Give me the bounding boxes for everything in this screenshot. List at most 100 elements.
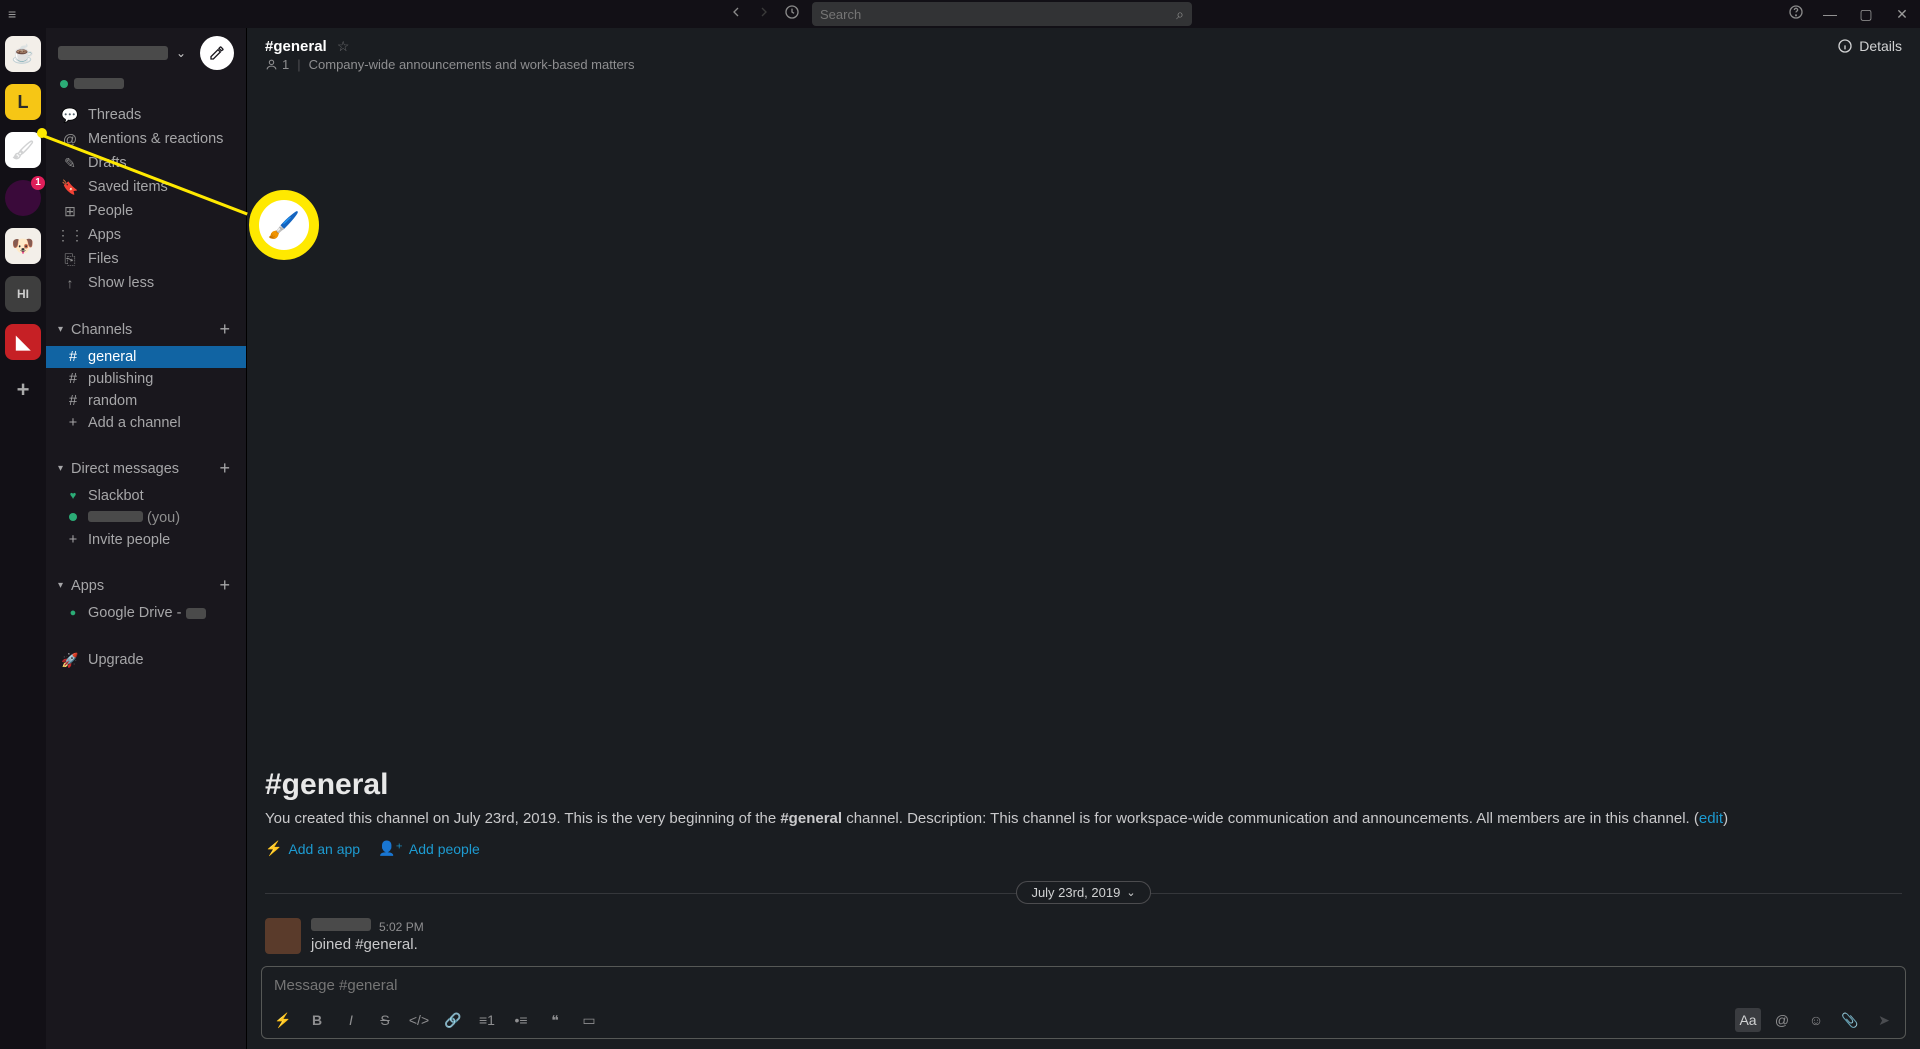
workspace-item-5[interactable]: HI bbox=[5, 276, 41, 312]
dm-item[interactable]: (you) bbox=[46, 507, 246, 529]
nav-up[interactable]: ↑Show less bbox=[46, 271, 246, 295]
files-icon: ⎘ bbox=[62, 251, 78, 267]
workspace-switcher[interactable]: ⌄ bbox=[46, 28, 246, 78]
channel-topic[interactable]: Company-wide announcements and work-base… bbox=[309, 57, 635, 72]
send-button[interactable]: ➤ bbox=[1871, 1008, 1897, 1032]
ol-icon[interactable]: ≡1 bbox=[474, 1008, 500, 1032]
add-people-link[interactable]: 👤⁺Add people bbox=[378, 840, 480, 857]
apps-icon: ⋮⋮ bbox=[62, 227, 78, 243]
people-icon: ⊞ bbox=[62, 203, 78, 219]
forward-icon[interactable] bbox=[756, 4, 772, 24]
nav-bookmark[interactable]: 🔖Saved items bbox=[46, 175, 246, 199]
chevron-down-icon: ⌄ bbox=[1126, 886, 1135, 899]
add-app-button[interactable]: + bbox=[219, 575, 234, 596]
workspace-item-3[interactable]: 1 bbox=[5, 180, 41, 216]
add-workspace-button[interactable]: + bbox=[5, 372, 41, 408]
dm-item[interactable]: ♥Slackbot bbox=[46, 485, 246, 507]
nav-draft[interactable]: ✎Drafts bbox=[46, 151, 246, 175]
avatar[interactable] bbox=[265, 918, 301, 954]
nav-threads[interactable]: 💬Threads bbox=[46, 103, 246, 127]
composer[interactable]: ⚡ B I S </> 🔗 ≡1 •≡ ❝ ▭ Aa @ ☺ 📎 ➤ bbox=[261, 966, 1906, 1039]
annotation-dot bbox=[37, 128, 47, 138]
hash-icon: # bbox=[66, 349, 80, 365]
channel-random[interactable]: #random bbox=[46, 390, 246, 412]
message-time: 5:02 PM bbox=[379, 920, 424, 934]
plus-icon: + bbox=[66, 415, 80, 431]
attach-icon[interactable]: 📎 bbox=[1837, 1008, 1863, 1032]
ul-icon[interactable]: •≡ bbox=[508, 1008, 534, 1032]
workspace-item-4[interactable]: 🐶 bbox=[5, 228, 41, 264]
help-icon[interactable] bbox=[1788, 4, 1804, 24]
date-divider[interactable]: July 23rd, 2019⌄ bbox=[265, 881, 1902, 904]
minimize-button[interactable]: — bbox=[1820, 6, 1840, 22]
add-channel-button[interactable]: + bbox=[219, 319, 234, 340]
presence-icon: ● bbox=[66, 607, 80, 619]
hamburger-icon[interactable]: ≡ bbox=[8, 6, 16, 22]
app-item[interactable]: ●Google Drive - bbox=[46, 602, 246, 624]
mention-icon[interactable]: @ bbox=[1769, 1008, 1795, 1032]
italic-icon[interactable]: I bbox=[338, 1008, 364, 1032]
lightning-icon: ⚡ bbox=[265, 840, 282, 857]
caret-down-icon: ▾ bbox=[58, 463, 63, 474]
up-icon: ↑ bbox=[62, 275, 78, 291]
annotation-circle: 🖌️ bbox=[249, 190, 319, 260]
channel-general[interactable]: #general bbox=[46, 346, 246, 368]
add-a-channel[interactable]: + Add a channel bbox=[46, 412, 246, 434]
dm-header[interactable]: ▾ Direct messages + bbox=[46, 452, 246, 485]
members-icon[interactable]: 1 bbox=[265, 57, 289, 72]
compose-button[interactable] bbox=[200, 36, 234, 70]
composer-input[interactable] bbox=[262, 967, 1905, 1004]
draft-icon: ✎ bbox=[62, 155, 78, 171]
badge: 1 bbox=[31, 176, 45, 190]
invite-people[interactable]: + Invite people bbox=[46, 529, 246, 551]
bold-icon[interactable]: B bbox=[304, 1008, 330, 1032]
link-icon[interactable]: 🔗 bbox=[440, 1008, 466, 1032]
apps-header[interactable]: ▾ Apps + bbox=[46, 569, 246, 602]
strike-icon[interactable]: S bbox=[372, 1008, 398, 1032]
workspace-item-2[interactable]: 🖌 bbox=[5, 132, 41, 168]
shortcuts-icon[interactable]: ⚡ bbox=[270, 1008, 296, 1032]
format-toggle-icon[interactable]: Aa bbox=[1735, 1008, 1761, 1032]
hash-icon: # bbox=[66, 371, 80, 387]
close-button[interactable]: ✕ bbox=[1892, 6, 1912, 23]
channels-header[interactable]: ▾ Channels + bbox=[46, 313, 246, 346]
details-button[interactable]: Details bbox=[1837, 38, 1902, 54]
nav-apps[interactable]: ⋮⋮Apps bbox=[46, 223, 246, 247]
workspace-item-1[interactable]: L bbox=[5, 84, 41, 120]
message-text: joined #general. bbox=[311, 936, 424, 953]
channel-title[interactable]: #general bbox=[265, 38, 327, 55]
new-dm-button[interactable]: + bbox=[219, 458, 234, 479]
presence-dot-icon bbox=[60, 80, 68, 88]
emoji-icon[interactable]: ☺ bbox=[1803, 1008, 1829, 1032]
workspace-item-0[interactable]: ☕ bbox=[5, 36, 41, 72]
workspace-name bbox=[58, 46, 168, 60]
channel-intro-desc: You created this channel on July 23rd, 2… bbox=[265, 808, 1902, 831]
add-an-app-link[interactable]: ⚡Add an app bbox=[265, 840, 360, 857]
search-input-wrap[interactable]: ⌕ bbox=[812, 2, 1192, 26]
message-username[interactable] bbox=[311, 918, 371, 931]
self-presence bbox=[46, 78, 246, 99]
history-icon[interactable] bbox=[784, 4, 800, 24]
codeblock-icon[interactable]: ▭ bbox=[576, 1008, 602, 1032]
main-panel: #general ☆ 1 | Company-wide announcement… bbox=[247, 28, 1920, 1049]
threads-icon: 💬 bbox=[62, 107, 78, 123]
code-icon[interactable]: </> bbox=[406, 1008, 432, 1032]
add-people-icon: 👤⁺ bbox=[378, 840, 403, 857]
star-icon[interactable]: ☆ bbox=[337, 38, 350, 54]
channel-publishing[interactable]: #publishing bbox=[46, 368, 246, 390]
caret-down-icon: ▾ bbox=[58, 324, 63, 335]
hash-icon: # bbox=[66, 393, 80, 409]
workspace-item-6[interactable]: ◣ bbox=[5, 324, 41, 360]
nav-files[interactable]: ⎘Files bbox=[46, 247, 246, 271]
edit-topic-link[interactable]: edit bbox=[1699, 810, 1723, 827]
back-icon[interactable] bbox=[728, 4, 744, 24]
bookmark-icon: 🔖 bbox=[62, 179, 78, 195]
quote-icon[interactable]: ❝ bbox=[542, 1008, 568, 1032]
maximize-button[interactable]: ▢ bbox=[1856, 6, 1876, 23]
search-input[interactable] bbox=[820, 7, 1176, 22]
plus-icon: + bbox=[66, 532, 80, 548]
rocket-icon: 🚀 bbox=[62, 652, 78, 668]
upgrade-link[interactable]: 🚀 Upgrade bbox=[46, 648, 246, 672]
chevron-down-icon: ⌄ bbox=[176, 46, 186, 60]
caret-down-icon: ▾ bbox=[58, 580, 63, 591]
